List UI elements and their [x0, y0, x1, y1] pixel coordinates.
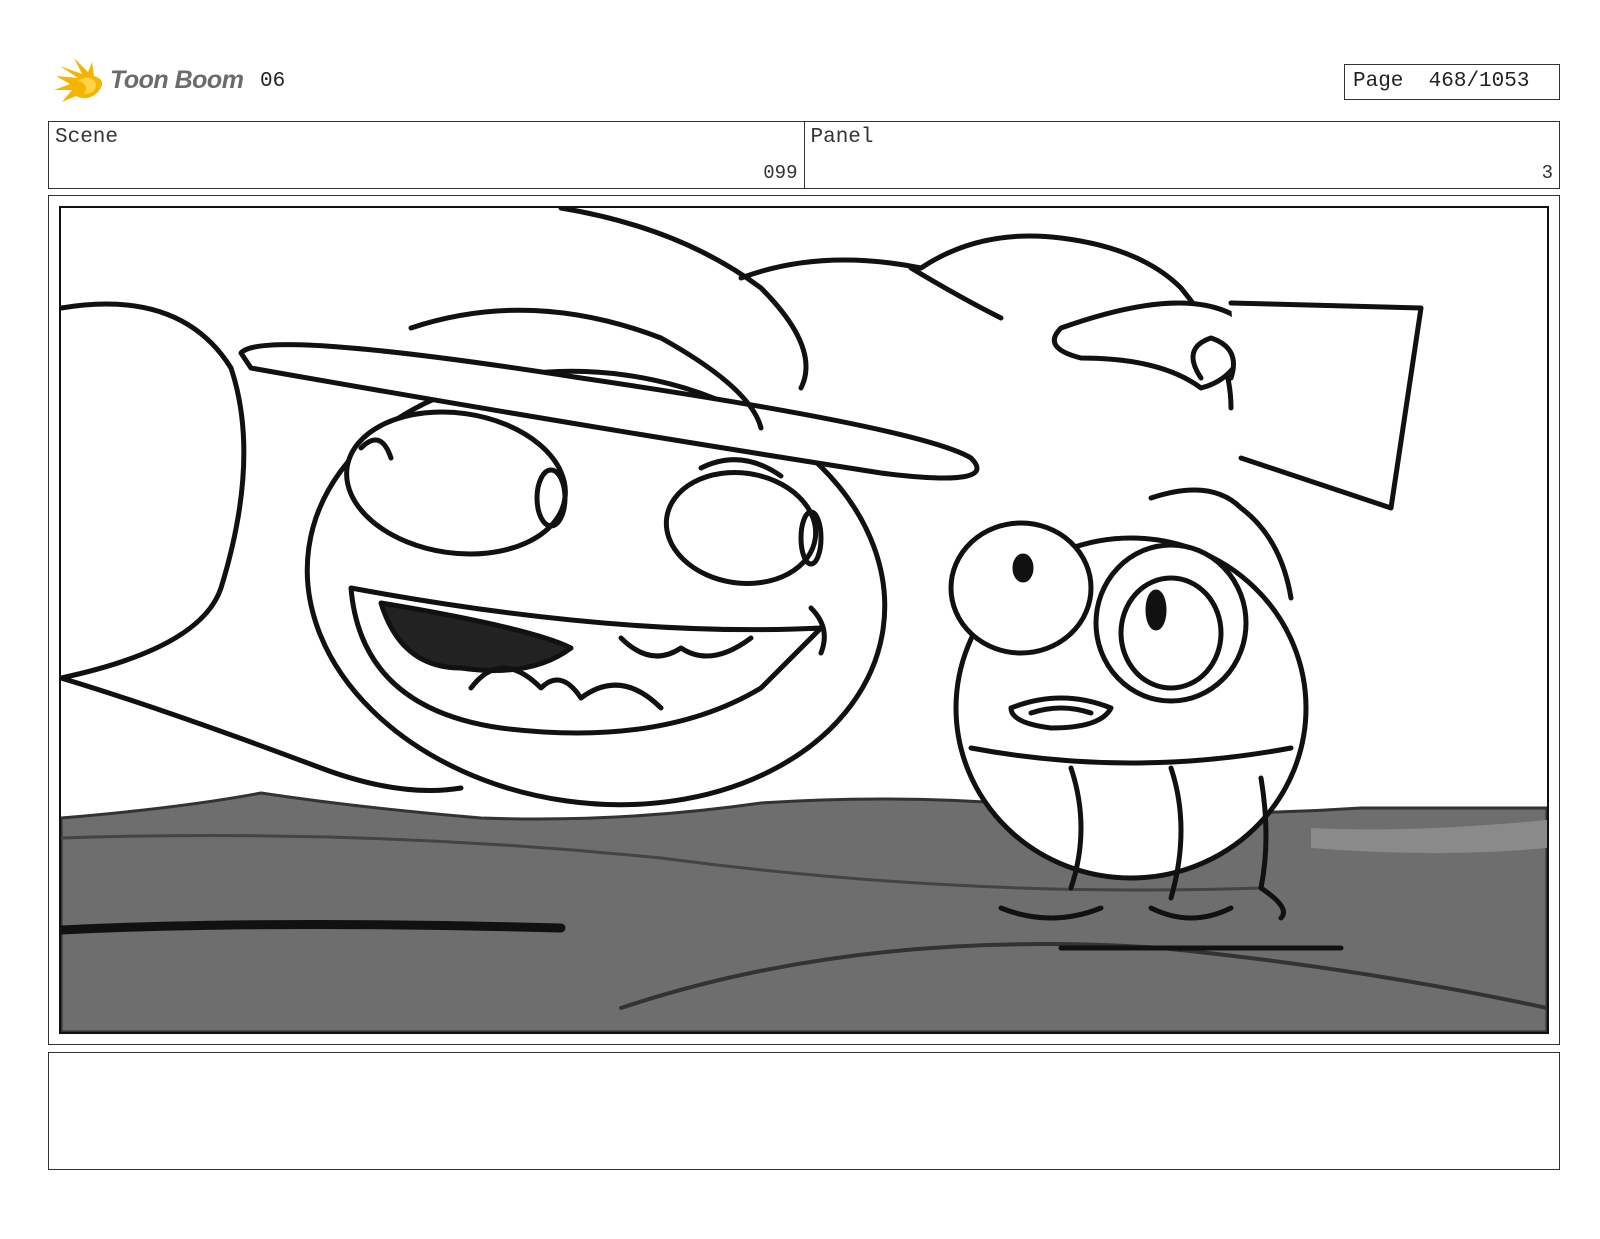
episode-number: 06 — [260, 70, 286, 93]
panel-label: Panel — [810, 126, 874, 149]
big-character-body — [61, 301, 247, 681]
scene-cell: Scene 099 — [49, 122, 804, 188]
sun-burst-icon — [54, 58, 103, 102]
scene-value: 099 — [763, 162, 798, 184]
page-counter: Page 468/1053 — [1344, 64, 1560, 100]
storyboard-drawing — [59, 206, 1549, 1034]
page-header: Toon Boom 06 Page 468/1053 — [48, 56, 1560, 108]
toon-boom-logo: Toon Boom — [52, 56, 252, 108]
panel-frame — [48, 195, 1560, 1045]
panel-notes-box — [48, 1052, 1560, 1170]
panel-value: 3 — [1541, 162, 1553, 184]
panel-cell: Panel 3 — [803, 122, 1560, 188]
sketch-illustration — [61, 208, 1547, 1032]
page-number: 468/1053 — [1428, 70, 1530, 93]
scene-panel-info: Scene 099 Panel 3 — [48, 121, 1560, 189]
page-label: Page — [1353, 70, 1404, 93]
brand-name: Toon Boom — [110, 66, 244, 94]
scene-label: Scene — [55, 126, 119, 149]
